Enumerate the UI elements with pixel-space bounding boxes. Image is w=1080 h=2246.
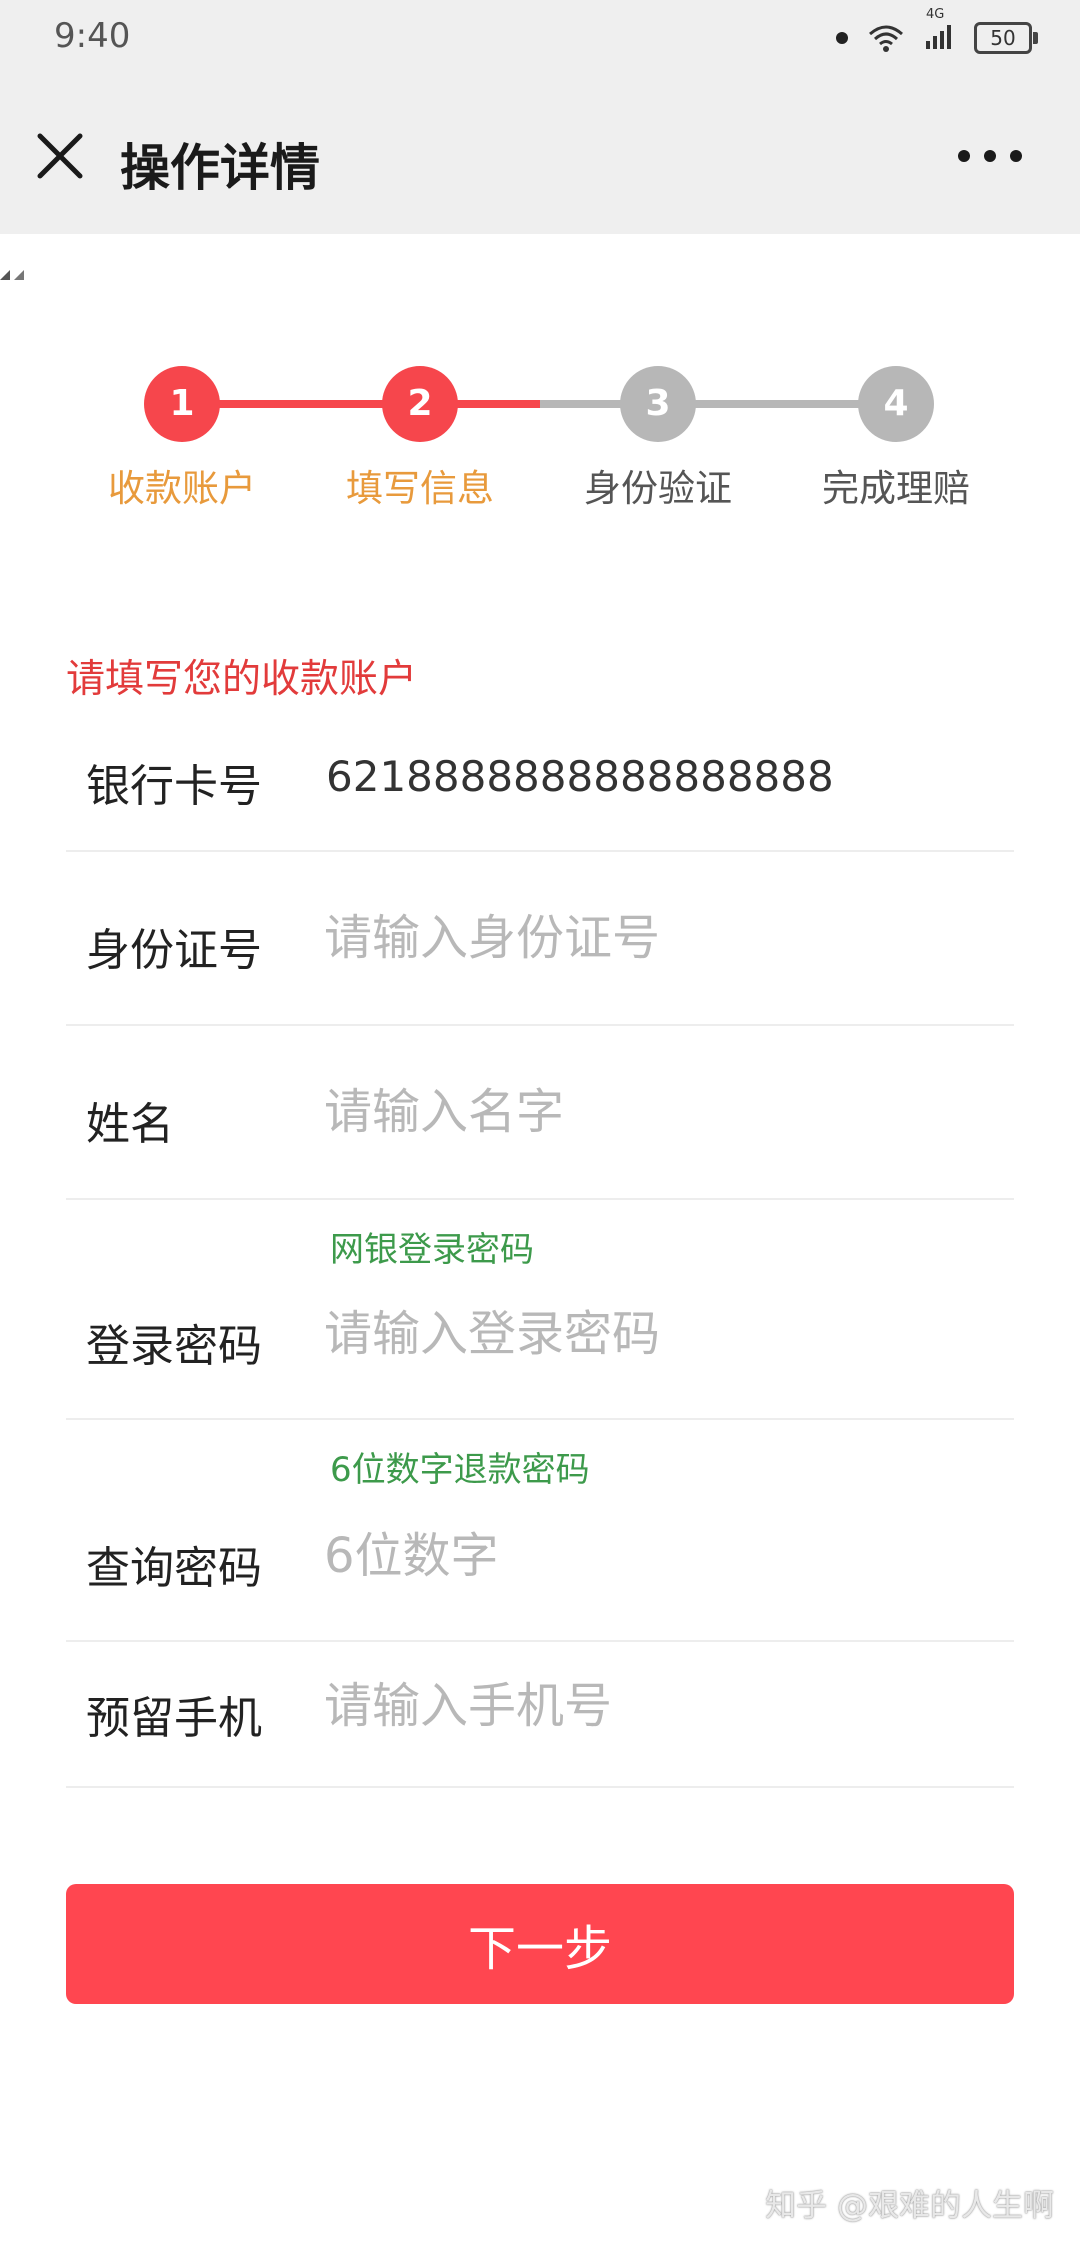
- battery-icon: 50: [974, 22, 1038, 54]
- id-number-input[interactable]: [324, 908, 984, 968]
- notification-dot-icon: [836, 32, 848, 44]
- signal-group: 4G: [924, 7, 956, 55]
- name-label: 姓名: [86, 1099, 174, 1150]
- query-password-label: 查询密码: [86, 1543, 262, 1594]
- step-4-label: 完成理赔: [822, 467, 970, 510]
- query-password-row: 6位数字退款密码 查询密码: [66, 1418, 1014, 1642]
- status-time: 9:40: [54, 16, 131, 56]
- bank-card-row: 银行卡号 6218888888888888888: [66, 720, 1014, 852]
- step-1-circle: 1: [144, 366, 220, 442]
- id-number-row: 身份证号: [66, 850, 1014, 1026]
- section-title: 请填写您的收款账户: [66, 657, 418, 702]
- progress-stepper: 1 2 3 4 收款账户 填写信息 身份验证 完成理赔: [0, 358, 1080, 518]
- query-password-hint: 6位数字退款密码: [330, 1450, 590, 1490]
- more-icon[interactable]: [950, 136, 1030, 176]
- bank-card-label: 银行卡号: [86, 761, 262, 812]
- wifi-icon: [869, 25, 903, 52]
- step-3-circle: 3: [620, 366, 696, 442]
- signal-icon: [926, 25, 951, 49]
- phone-input[interactable]: [324, 1676, 984, 1736]
- bank-card-value[interactable]: 6218888888888888888: [326, 752, 834, 801]
- query-password-input[interactable]: [324, 1526, 984, 1586]
- nav-bar: 操作详情: [0, 74, 1080, 234]
- name-input[interactable]: [324, 1082, 984, 1142]
- login-password-hint: 网银登录密码: [330, 1230, 534, 1270]
- network-label: 4G: [926, 7, 945, 22]
- status-bar: 9:40 4G 50: [0, 0, 1080, 74]
- step-3-label: 身份验证: [584, 467, 732, 510]
- step-4-circle: 4: [858, 366, 934, 442]
- next-step-button[interactable]: 下一步: [66, 1884, 1014, 2004]
- watermark: 知乎 @艰难的人生啊: [765, 2188, 1054, 2224]
- phone-row: 预留手机: [66, 1640, 1014, 1788]
- close-icon[interactable]: [30, 126, 90, 186]
- id-number-label: 身份证号: [86, 925, 262, 976]
- login-password-row: 网银登录密码 登录密码: [66, 1198, 1014, 1420]
- status-icons: 4G 50: [836, 7, 1038, 58]
- corner-decoration: [0, 270, 24, 280]
- page-title: 操作详情: [120, 139, 320, 197]
- phone-label: 预留手机: [86, 1693, 262, 1744]
- step-2-circle: 2: [382, 366, 458, 442]
- step-2-label: 填写信息: [346, 467, 494, 510]
- step-1-label: 收款账户: [108, 467, 256, 510]
- login-password-input[interactable]: [324, 1304, 984, 1364]
- name-row: 姓名: [66, 1024, 1014, 1200]
- step-connector-3: [540, 400, 898, 408]
- login-password-label: 登录密码: [86, 1321, 262, 1372]
